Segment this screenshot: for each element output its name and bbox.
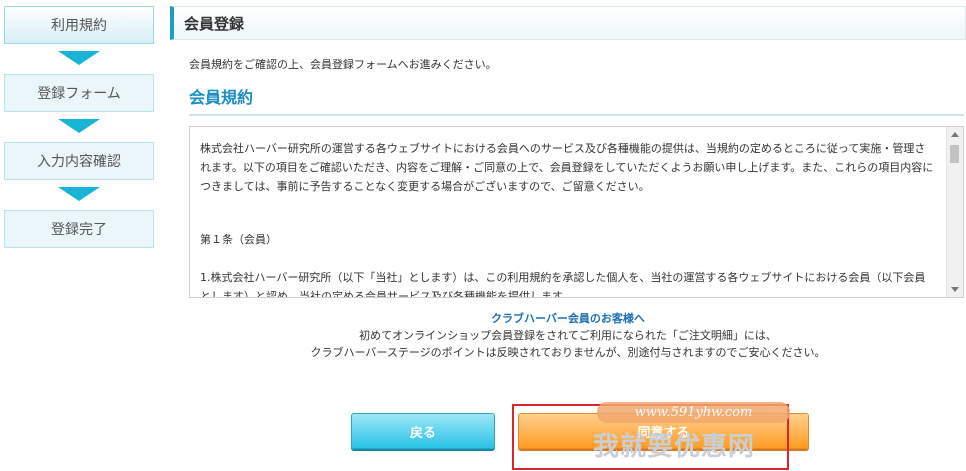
- page-title: 会員登録: [170, 6, 966, 40]
- terms-article-item: 1.株式会社ハーバー研究所（以下「当社」とします）は、この利用規約を承認した個人…: [200, 271, 926, 298]
- step-arrow-icon: [58, 51, 100, 65]
- step-confirm-input: 入力内容確認: [4, 142, 154, 180]
- step-terms: 利用規約: [4, 6, 154, 44]
- terms-article-heading: 第１条（会員）: [200, 233, 277, 246]
- scroll-down-icon[interactable]: [951, 287, 959, 292]
- terms-scroll-box[interactable]: 株式会社ハーバー研究所の運営する各ウェブサイトにおける会員へのサービス及び各種機…: [189, 126, 964, 298]
- notice-line: クラブハーバーステージのポイントは反映されておりませんが、別途付与されますのでご…: [310, 346, 826, 359]
- notice-line: 初めてオンラインショップ会員登録をされてご利用になられた「ご注文明細」には、: [359, 329, 777, 342]
- intro-text: 会員規約をご確認の上、会員登録フォームへお進みください。: [189, 58, 497, 71]
- step-registration-form: 登録フォーム: [4, 74, 154, 112]
- watermark-text: 我就要优惠网: [593, 432, 756, 462]
- notice-heading: クラブハーバー会員のお客様へ: [491, 312, 645, 325]
- step-complete: 登録完了: [4, 210, 154, 248]
- step-arrow-icon: [58, 187, 100, 201]
- club-notice: クラブハーバー会員のお客様へ 初めてオンラインショップ会員登録をされてご利用にな…: [170, 310, 966, 361]
- scroll-thumb[interactable]: [950, 145, 959, 163]
- back-button[interactable]: 戻る: [351, 413, 495, 449]
- main-content: 会員登録 会員規約をご確認の上、会員登録フォームへお進みください。 会員規約 株…: [170, 6, 966, 470]
- step-sidebar: 利用規約 登録フォーム 入力内容確認 登録完了: [4, 6, 154, 248]
- terms-scrollbar[interactable]: [946, 127, 963, 297]
- step-arrow-icon: [58, 119, 100, 133]
- watermark-url: www.591yhw.com: [597, 402, 790, 423]
- terms-content: 株式会社ハーバー研究所の運営する各ウェブサイトにおける会員へのサービス及び各種機…: [200, 139, 935, 298]
- scroll-up-icon[interactable]: [951, 132, 959, 137]
- section-title: 会員規約: [189, 84, 964, 116]
- terms-paragraph: 株式会社ハーバー研究所の運営する各ウェブサイトにおける会員へのサービス及び各種機…: [200, 142, 934, 193]
